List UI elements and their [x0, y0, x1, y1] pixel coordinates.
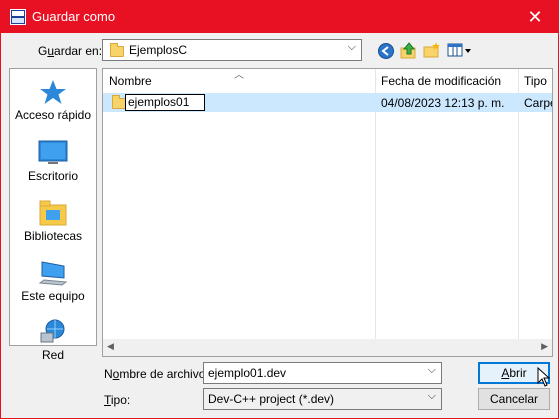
place-quick-access[interactable]: Acceso rápido [10, 79, 96, 122]
filetype-label: Tipo: [104, 393, 131, 407]
place-label: Bibliotecas [23, 229, 83, 243]
network-icon [40, 319, 65, 343]
cancel-button[interactable]: Cancelar [478, 388, 550, 410]
scroll-left-icon[interactable]: ◀ [107, 341, 114, 352]
place-network[interactable]: Red [10, 319, 96, 362]
view-menu-icon[interactable] [447, 42, 473, 60]
close-button[interactable]: ✕ [512, 1, 558, 33]
list-item[interactable]: ejemplos01 04/08/2023 12:13 p. m. Carpe [103, 93, 552, 112]
column-header-date[interactable]: Fecha de modificación [381, 74, 501, 88]
row-type: Carpe [524, 96, 552, 110]
place-this-pc[interactable]: Este equipo [10, 260, 96, 303]
up-folder-icon[interactable] [400, 41, 418, 59]
column-header-type[interactable]: Tipo [524, 74, 547, 88]
save-in-value: EjemplosC [129, 43, 188, 57]
place-libraries[interactable]: Bibliotecas [10, 200, 96, 243]
new-folder-icon[interactable] [423, 41, 441, 59]
mouse-cursor-icon [537, 367, 551, 387]
devcpp-app-icon [10, 9, 26, 25]
chevron-down-icon: ⌵ [427, 390, 436, 402]
place-label: Este equipo [21, 289, 85, 303]
rename-input[interactable]: ejemplos01 [125, 94, 205, 111]
places-sidebar: Acceso rápido Escritorio Bibliotecas Est… [9, 68, 97, 362]
filetype-value: Dev-C++ project (*.dev) [208, 392, 335, 406]
place-label: Escritorio [27, 169, 78, 183]
folder-icon [112, 95, 126, 109]
place-desktop[interactable]: Escritorio [10, 140, 96, 183]
folder-icon [110, 43, 124, 57]
filename-label: Nombre de archivo: [104, 367, 209, 381]
horizontal-scrollbar[interactable]: ◀ ▶ [103, 339, 552, 356]
window-title: Guardar como [32, 9, 116, 24]
filename-value: ejemplo01.dev [208, 366, 287, 380]
chevron-down-icon: ⌵ [347, 41, 356, 53]
save-in-combo[interactable]: EjemplosC ⌵ [102, 39, 362, 61]
star-icon [40, 80, 66, 104]
back-icon[interactable] [377, 42, 395, 60]
scroll-right-icon[interactable]: ▶ [541, 341, 548, 352]
computer-icon [38, 261, 68, 286]
filetype-select[interactable]: Dev-C++ project (*.dev) ⌵ [203, 388, 442, 410]
filename-field[interactable]: ejemplo01.dev ⌵ [203, 362, 442, 384]
file-list[interactable]: ︿ Nombre Fecha de modificación Tipo ejem… [102, 68, 553, 357]
save-in-label: Guardar en: [38, 44, 103, 58]
libraries-icon [39, 200, 67, 226]
title-bar[interactable]: Guardar como ✕ [1, 1, 558, 33]
place-label: Red [41, 348, 64, 362]
desktop-icon [38, 140, 68, 164]
place-label: Acceso rápido [14, 108, 92, 122]
sort-ascending-icon: ︿ [234, 70, 244, 81]
row-date: 04/08/2023 12:13 p. m. [381, 96, 505, 110]
column-header-name[interactable]: Nombre [109, 74, 152, 88]
save-as-dialog: Guardar como ✕ Guardar en: EjemplosC ⌵ A… [0, 0, 559, 419]
chevron-down-icon[interactable]: ⌵ [428, 364, 436, 377]
